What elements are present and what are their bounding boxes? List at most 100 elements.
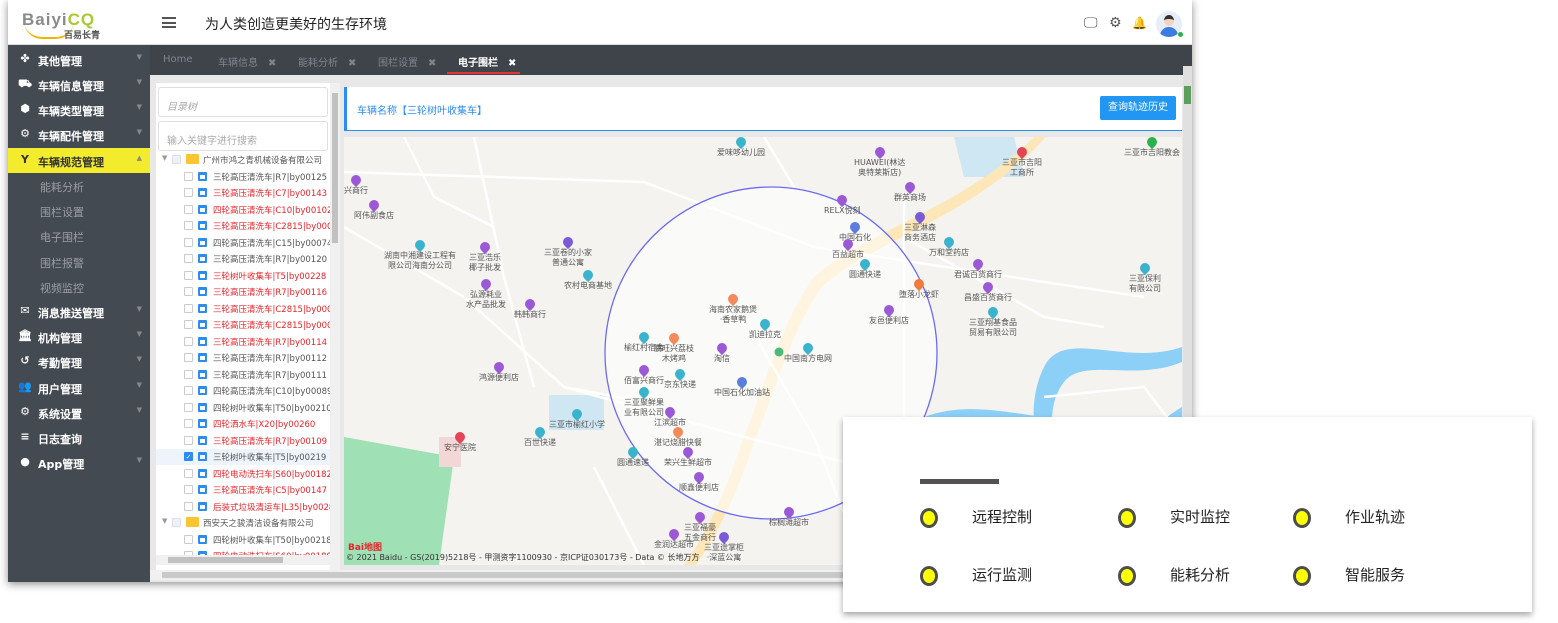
tree-checkbox[interactable] [184, 320, 193, 329]
sidebar-item-5[interactable]: 能耗分析 [8, 173, 150, 198]
map-poi[interactable]: 友邑便利店 [869, 302, 909, 326]
map-poi[interactable]: 三亚途掌柜 ·深蓝公寓 [704, 529, 744, 563]
map-poi[interactable]: 三亚浩乐 椰子批发 [469, 239, 501, 273]
map-poi[interactable]: 堕落小龙虾 [899, 276, 939, 300]
map-poi[interactable]: 三亚市吉阳 工商所 [1002, 144, 1042, 178]
map-poi[interactable]: 群英商场 [894, 179, 926, 203]
tree-checkbox[interactable] [184, 485, 193, 494]
tree-checkbox[interactable] [172, 518, 181, 527]
map-poi[interactable]: 顺鑫便利店 [679, 469, 719, 493]
tree-vehicle-node[interactable]: 三轮高压清洗车|C2815|by00031 [156, 317, 330, 333]
close-tab-icon[interactable]: ✖ [508, 58, 516, 69]
tab-1[interactable]: 车辆信息 ✖ [218, 54, 276, 69]
map-poi[interactable]: 爱味哆幼儿园 [717, 137, 765, 158]
tree-checkbox[interactable] [184, 204, 193, 214]
sidebar-item-6[interactable]: 围栏设置 [8, 198, 150, 223]
map-poi[interactable]: 三亚市吉阳教会 [1124, 137, 1180, 158]
close-tab-icon[interactable]: ✖ [268, 58, 276, 69]
logo[interactable]: BaiyiCQ 百易长青 [22, 8, 112, 41]
tree-vehicle-node[interactable]: ✓ 三轮树叶收集车|T5|by00219 [156, 449, 330, 465]
tab-3[interactable]: 围栏设置 ✖ [378, 54, 436, 69]
tree-vehicle-node[interactable]: 三轮高压清洗车|R7|by00114 [156, 334, 330, 350]
tree-checkbox[interactable] [184, 237, 193, 247]
map-poi[interactable]: 荣兴生鲜超市 [664, 444, 712, 468]
map-poi[interactable]: 榆红村宿舍 [624, 329, 664, 353]
map-poi[interactable]: 百益超市 [832, 236, 864, 260]
tree-vehicle-node[interactable]: 四轮高压清洗车|C10|by00102 [156, 202, 330, 218]
tree-checkbox[interactable] [184, 435, 193, 445]
tree-search-input[interactable]: 输入关键字进行搜索 [158, 121, 328, 151]
map-poi[interactable]: HUAWEI(林达 奥特莱斯店) [854, 144, 905, 178]
map-poi[interactable]: 佰富兴商行 [624, 362, 664, 386]
tree-checkbox[interactable] [184, 468, 193, 478]
sidebar-item-16[interactable]: ● App管理 ▼ [8, 450, 150, 475]
map-poi[interactable]: 韩韩商行 [514, 296, 546, 320]
tree-vehicle-node[interactable]: 四轮树叶收集车|T50|by00210 [156, 400, 330, 416]
map-poi[interactable]: 兴商行 [344, 172, 368, 196]
map-poi[interactable]: 金润达超市 [654, 526, 694, 550]
sidebar-item-4[interactable]: Y 车辆规范管理 ▲ [8, 148, 150, 173]
map-poi[interactable]: 三亚卷的小家 普通公寓 [544, 234, 592, 268]
tree-horizontal-scrollbar[interactable] [156, 555, 340, 565]
tab-2[interactable]: 能耗分析 ✖ [298, 54, 356, 69]
tree-checkbox[interactable] [184, 353, 193, 362]
tree-checkbox[interactable] [184, 287, 193, 296]
tree-vehicle-node[interactable]: 三轮高压清洗车|C7|by00143 [156, 185, 330, 201]
close-tab-icon[interactable]: ✖ [428, 58, 436, 69]
tree-vehicle-node[interactable]: 三轮树叶收集车|T5|by00228 [156, 268, 330, 284]
tree-vehicle-node[interactable]: 三轮高压清洗车|C5|by00147 [156, 482, 330, 498]
sidebar-item-1[interactable]: ⛟ 车辆信息管理 ▼ [8, 72, 150, 97]
tree-checkbox[interactable] [184, 419, 193, 428]
tree-vehicle-node[interactable]: 四轮树叶收集车|T50|by00218 [156, 532, 330, 548]
tree-vehicle-node[interactable]: 三轮高压清洗车|R7|by00109 [156, 433, 330, 449]
tree-vehicle-node[interactable]: 四轮高压清洗车|C15|by00074 [156, 235, 330, 251]
sidebar-item-9[interactable]: 视频监控 [8, 274, 150, 299]
tab-4[interactable]: 电子围栏 ✖ [458, 54, 516, 69]
tree-vehicle-node[interactable]: 三轮高压清洗车|R7|by00116 [156, 284, 330, 300]
tree-checkbox[interactable] [184, 534, 193, 544]
expand-arrow-icon[interactable]: ▼ [162, 154, 167, 162]
map-poi[interactable]: 万和堂药店 [929, 234, 969, 258]
tree-checkbox[interactable]: ✓ [184, 452, 193, 461]
tree-vehicle-node[interactable]: 三轮高压清洗车|R7|by00111 [156, 367, 330, 383]
bell-icon[interactable]: 🔔 [1132, 16, 1147, 30]
tree-checkbox[interactable] [172, 155, 181, 164]
map-poi[interactable]: 凯迪拉克 [749, 316, 781, 340]
map-poi[interactable]: 阿伟副食店 [354, 197, 394, 221]
sidebar-item-8[interactable]: 围栏报警 [8, 249, 150, 274]
map-poi[interactable]: 三亚翔基食品 贸易有限公司 [969, 304, 1017, 338]
close-tab-icon[interactable]: ✖ [348, 58, 356, 69]
tree-checkbox[interactable] [184, 303, 193, 313]
tree-vehicle-node[interactable]: 三轮高压清洗车|R7|by00120 [156, 251, 330, 267]
monitor-icon[interactable]: 🖵 [1084, 15, 1098, 31]
tree-vehicle-node[interactable]: 三轮高压清洗车|C2815|by00017 [156, 218, 330, 234]
tree-vehicle-node[interactable]: 四轮洒水车|X20|by00260 [156, 416, 330, 432]
map-poi[interactable]: 百世快递 [524, 424, 556, 448]
tree-vehicle-node[interactable]: 后装式垃圾清运车|L35|by00280 [156, 499, 330, 515]
map-poi[interactable]: 三亚市榆红小学 [549, 406, 605, 430]
sidebar-item-13[interactable]: 👥 用户管理 ▼ [8, 375, 150, 400]
tree-company-node[interactable]: ▼ 西安天之骏清洁设备有限公司 [156, 515, 330, 531]
tree-checkbox[interactable] [184, 270, 193, 280]
query-track-history-button[interactable]: 查询轨迹历史 [1100, 96, 1176, 120]
map-poi[interactable]: 中国南方电网 [784, 340, 832, 364]
sidebar-item-10[interactable]: ✉ 消息推送管理 ▼ [8, 299, 150, 324]
map-poi[interactable]: 鸿源便利店 [479, 359, 519, 383]
tree-vehicle-node[interactable]: 四轮高压清洗车|C10|by00089 [156, 383, 330, 399]
map-poi[interactable]: 弘源耗业 水产品批发 [466, 276, 506, 310]
tree-vehicle-node[interactable]: 三轮高压清洗车|C2815|by00002 [156, 301, 330, 317]
tree-vehicle-node[interactable]: 三轮高压清洗车|R7|by00125 [156, 169, 330, 185]
sidebar-item-11[interactable]: 🏛 机构管理 ▼ [8, 324, 150, 349]
expand-arrow-icon[interactable]: ▼ [162, 517, 167, 525]
map-poi[interactable]: 昌盛百货商行 [964, 279, 1012, 303]
tree-vehicle-node[interactable]: 三轮高压清洗车|R7|by00112 [156, 350, 330, 366]
map-poi[interactable]: 农村电商基地 [564, 267, 612, 291]
sidebar-item-2[interactable]: ⬢ 车辆类型管理 ▼ [8, 97, 150, 122]
tree-checkbox[interactable] [184, 171, 193, 181]
map-poi[interactable]: 江滨超市 [654, 404, 686, 428]
tree-checkbox[interactable] [184, 221, 193, 230]
map-poi[interactable]: RELX悦刻 [824, 192, 861, 216]
sidebar-item-15[interactable]: ≡ 日志查询 [8, 425, 150, 450]
tab-0[interactable]: Home [163, 54, 193, 65]
tree-checkbox[interactable] [184, 188, 193, 197]
